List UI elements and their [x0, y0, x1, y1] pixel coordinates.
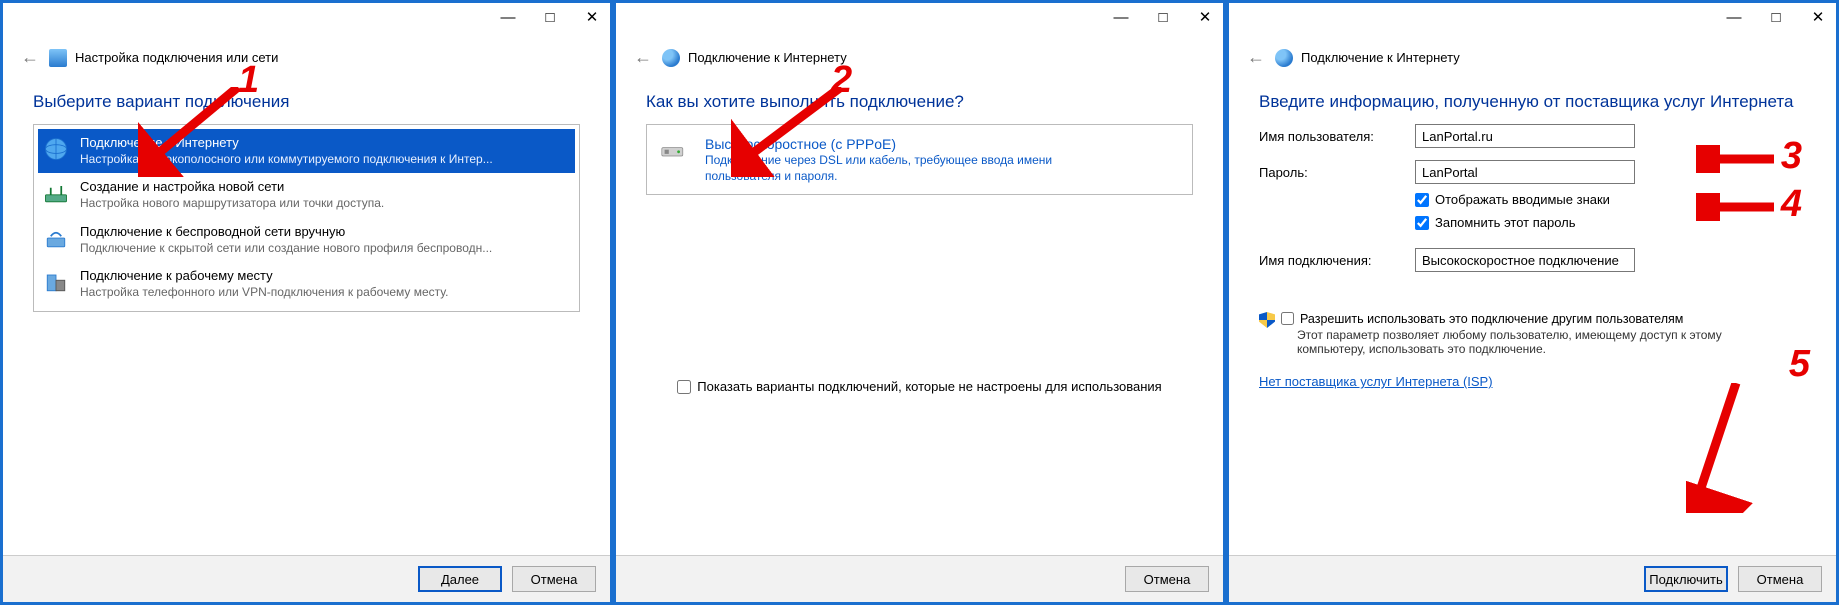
username-label: Имя пользователя: [1259, 129, 1399, 144]
content: Подключение к Интернету Настройка широко… [3, 124, 610, 555]
cancel-button[interactable]: Отмена [1738, 566, 1822, 592]
show-unconfigured-row: Показать варианты подключений, которые н… [646, 375, 1193, 398]
permit-description: Этот параметр позволяет любому пользоват… [1297, 328, 1727, 356]
header: ← Настройка подключения или сети [3, 31, 610, 76]
permit-label: Разрешить использовать это подключение д… [1300, 312, 1683, 326]
office-icon [42, 268, 70, 296]
close-button[interactable]: ✕ [1193, 8, 1217, 26]
page-heading: Выберите вариант подключения [3, 76, 610, 124]
back-arrow-icon[interactable]: ← [634, 47, 654, 68]
titlebar: — □ ✕ [616, 3, 1223, 31]
wizard-step-2: — □ ✕ ← Подключение к Интернету Как вы х… [613, 0, 1226, 605]
option-connect-wireless[interactable]: Подключение к беспроводной сети вручную … [38, 218, 575, 262]
username-input[interactable] [1415, 124, 1635, 148]
permit-block: Разрешить использовать это подключение д… [1259, 312, 1806, 356]
modem-icon [659, 135, 693, 163]
maximize-button[interactable]: □ [1764, 9, 1788, 26]
minimize-button[interactable]: — [1109, 9, 1133, 26]
content: Высокоскоростное (с PPPoE) Подключение ч… [616, 124, 1223, 555]
show-chars-row: Отображать вводимые знаки [1415, 188, 1806, 211]
show-chars-checkbox[interactable] [1415, 193, 1429, 207]
option-subtitle: Настройка нового маршрутизатора или точк… [80, 196, 384, 212]
option-subtitle: Настройка широкополосного или коммутируе… [80, 152, 493, 168]
remember-checkbox[interactable] [1415, 216, 1429, 230]
password-row: Пароль: [1259, 160, 1806, 184]
footer: Отмена [616, 555, 1223, 602]
option-create-network[interactable]: Создание и настройка новой сети Настройк… [38, 173, 575, 217]
permit-checkbox[interactable] [1281, 312, 1294, 325]
show-unconfigured-checkbox[interactable] [677, 380, 691, 394]
option-pppoe[interactable]: Высокоскоростное (с PPPoE) Подключение ч… [646, 124, 1193, 195]
option-title: Подключение к рабочему месту [80, 268, 448, 285]
close-button[interactable]: ✕ [580, 8, 604, 26]
remember-label: Запомнить этот пароль [1435, 215, 1576, 230]
cancel-button[interactable]: Отмена [512, 566, 596, 592]
password-label: Пароль: [1259, 165, 1399, 180]
titlebar: — □ ✕ [1229, 3, 1836, 31]
maximize-button[interactable]: □ [538, 9, 562, 26]
footer: Далее Отмена [3, 555, 610, 602]
option-subtitle: Подключение к скрытой сети или создание … [80, 241, 492, 257]
titlebar: — □ ✕ [3, 3, 610, 31]
no-isp-link[interactable]: Нет поставщика услуг Интернета (ISP) [1259, 374, 1493, 389]
close-button[interactable]: ✕ [1806, 8, 1830, 26]
option-title: Высокоскоростное (с PPPoE) [705, 135, 1085, 153]
maximize-button[interactable]: □ [1151, 9, 1175, 26]
wizard-step-3: — □ ✕ ← Подключение к Интернету Введите … [1226, 0, 1839, 605]
page-heading: Как вы хотите выполнить подключение? [616, 76, 1223, 124]
minimize-button[interactable]: — [1722, 9, 1746, 26]
connname-input[interactable] [1415, 248, 1635, 272]
show-chars-label: Отображать вводимые знаки [1435, 192, 1610, 207]
network-settings-icon [49, 49, 67, 67]
remember-row: Запомнить этот пароль [1415, 211, 1806, 234]
next-button[interactable]: Далее [418, 566, 502, 592]
option-subtitle: Настройка телефонного или VPN-подключени… [80, 285, 448, 301]
header-title: Настройка подключения или сети [75, 50, 278, 65]
username-row: Имя пользователя: [1259, 124, 1806, 148]
option-connect-workplace[interactable]: Подключение к рабочему месту Настройка т… [38, 262, 575, 306]
option-subtitle: Подключение через DSL или кабель, требую… [705, 153, 1085, 184]
option-connect-to-internet[interactable]: Подключение к Интернету Настройка широко… [38, 129, 575, 173]
connname-label: Имя подключения: [1259, 253, 1399, 268]
footer: Подключить Отмена [1229, 555, 1836, 602]
page-heading: Введите информацию, полученную от постав… [1229, 76, 1836, 124]
option-title: Создание и настройка новой сети [80, 179, 384, 196]
wifi-icon [42, 224, 70, 252]
shield-icon [1259, 312, 1275, 328]
connection-options-list: Подключение к Интернету Настройка широко… [33, 124, 580, 312]
header: ← Подключение к Интернету [616, 31, 1223, 76]
router-icon [42, 179, 70, 207]
header-title: Подключение к Интернету [1301, 50, 1460, 65]
content: Имя пользователя: Пароль: Отображать вво… [1229, 124, 1836, 555]
connect-button[interactable]: Подключить [1644, 566, 1728, 592]
password-input[interactable] [1415, 160, 1635, 184]
header-title: Подключение к Интернету [688, 50, 847, 65]
internet-icon [662, 49, 680, 67]
internet-icon [1275, 49, 1293, 67]
wizard-step-1: — □ ✕ ← Настройка подключения или сети В… [0, 0, 613, 605]
globe-icon [42, 135, 70, 163]
option-title: Подключение к Интернету [80, 135, 493, 152]
option-title: Подключение к беспроводной сети вручную [80, 224, 492, 241]
connname-row: Имя подключения: [1259, 248, 1806, 272]
cancel-button[interactable]: Отмена [1125, 566, 1209, 592]
minimize-button[interactable]: — [496, 9, 520, 26]
back-arrow-icon[interactable]: ← [1247, 47, 1267, 68]
back-arrow-icon[interactable]: ← [21, 47, 41, 68]
show-unconfigured-label: Показать варианты подключений, которые н… [697, 379, 1161, 394]
header: ← Подключение к Интернету [1229, 31, 1836, 76]
